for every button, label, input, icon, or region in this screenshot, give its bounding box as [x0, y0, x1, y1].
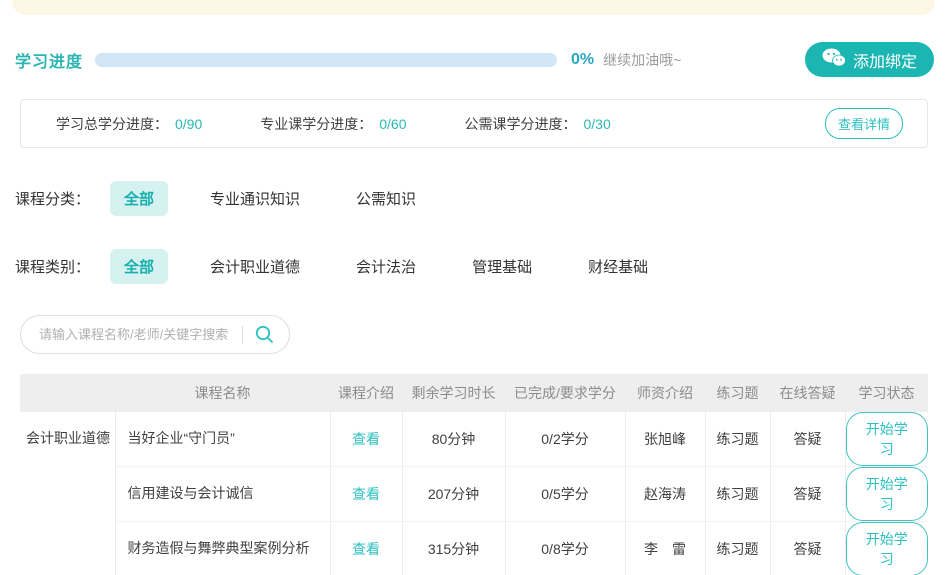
filter-options: 全部 专业通识知识 公需知识: [110, 181, 458, 216]
header-course-name: 课程名称: [115, 374, 330, 412]
credit-progress: 0/8学分: [504, 521, 625, 575]
filter-label: 课程类别：: [15, 259, 91, 276]
course-type-filter: 课程类别： 全部 会计职业道德 会计法治 管理基础 财经基础: [15, 249, 932, 284]
search-icon[interactable]: [254, 324, 275, 345]
credit-label: 专业课学分进度：: [260, 115, 373, 132]
table-row: 会计职业道德 当好企业“守门员” 查看 80分钟 0/2学分 张旭峰 练习题 答…: [20, 412, 928, 575]
header-online-qa: 在线答疑: [770, 374, 845, 412]
start-learning-button[interactable]: 开始学习: [845, 412, 928, 466]
start-learning-button[interactable]: 开始学习: [845, 467, 928, 521]
exercise-link[interactable]: 练习题: [704, 412, 770, 467]
add-binding-button[interactable]: 添加绑定: [804, 42, 934, 77]
course-table: 课程名称 课程介绍 剩余学习时长 已完成/要求学分 师资介绍 练习题 在线答疑 …: [20, 374, 928, 575]
course-name: 当好企业“守门员”: [114, 412, 330, 467]
filter-options: 全部 会计职业道德 会计法治 管理基础 财经基础: [110, 249, 690, 284]
teacher-name: 张旭峰: [624, 412, 705, 467]
exercise-link[interactable]: 练习题: [704, 466, 770, 522]
add-binding-label: 添加绑定: [852, 53, 917, 71]
divider: [242, 325, 243, 344]
wechat-icon: [822, 48, 846, 72]
filter-option-all[interactable]: 全部: [110, 181, 169, 216]
header-remaining-time: 剩余学习时长: [402, 374, 505, 412]
view-course-intro-link[interactable]: 查看: [352, 431, 380, 447]
progress-hint: 继续加油哦~: [603, 51, 682, 68]
search-box: [20, 315, 290, 354]
filter-label: 课程分类：: [15, 191, 91, 208]
remaining-time: 315分钟: [401, 521, 505, 575]
credit-value: 0/60: [379, 115, 407, 132]
filter-option-accounting-law[interactable]: 会计法治: [342, 249, 430, 284]
total-credit-progress: 学习总学分进度： 0/90: [56, 114, 202, 134]
progress-bar: [95, 52, 558, 67]
credit-label: 公需课学分进度：: [464, 115, 577, 132]
progress-label: 学习进度: [15, 53, 84, 71]
credit-value: 0/90: [175, 115, 203, 132]
filter-option-accounting-ethics[interactable]: 会计职业道德: [196, 249, 314, 284]
qa-link[interactable]: 答疑: [769, 466, 845, 522]
table-header-row: 课程名称 课程介绍 剩余学习时长 已完成/要求学分 师资介绍 练习题 在线答疑 …: [20, 374, 928, 412]
public-credit-progress: 公需课学分进度： 0/30: [465, 114, 611, 134]
header-course-intro: 课程介绍: [330, 374, 402, 412]
view-details-button[interactable]: 查看详情: [824, 108, 903, 139]
search-input[interactable]: [39, 327, 238, 342]
filter-option-public-knowledge[interactable]: 公需知识: [342, 181, 430, 216]
filter-option-management-basics[interactable]: 管理基础: [458, 249, 546, 284]
start-learning-button[interactable]: 开始学习: [845, 522, 928, 575]
header-group: [20, 374, 115, 412]
qa-link[interactable]: 答疑: [769, 521, 845, 575]
credit-value: 0/30: [583, 115, 611, 132]
teacher-name: 李 雷: [624, 521, 705, 575]
course-name: 信用建设与会计诚信: [115, 466, 330, 522]
credit-progress: 0/5学分: [504, 466, 625, 522]
qa-link[interactable]: 答疑: [769, 412, 845, 467]
table-row: 财务造假与舞弊典型案例分析 查看 315分钟 0/8学分 李 雷 练习题 答疑 …: [20, 521, 928, 575]
filter-option-professional-general[interactable]: 专业通识知识: [196, 181, 314, 216]
header-credits: 已完成/要求学分: [505, 374, 625, 412]
notice-banner: [12, 0, 935, 15]
course-category-filter: 课程分类： 全部 专业通识知识 公需知识: [15, 181, 932, 216]
teacher-name: 赵海涛: [624, 466, 705, 522]
credits-summary: 学习总学分进度： 0/90 专业课学分进度： 0/60 公需课学分进度： 0/3…: [20, 99, 928, 148]
header-status: 学习状态: [845, 374, 928, 412]
credit-progress: 0/2学分: [504, 412, 625, 467]
view-course-intro-link[interactable]: 查看: [352, 486, 380, 502]
credit-label: 学习总学分进度：: [56, 115, 168, 132]
search-section: [20, 315, 927, 354]
filter-option-finance-basics[interactable]: 财经基础: [574, 249, 662, 284]
remaining-time: 80分钟: [401, 412, 505, 467]
course-name: 财务造假与舞弊典型案例分析: [115, 521, 330, 575]
course-group-label: 会计职业道德: [20, 412, 116, 575]
exercise-link[interactable]: 练习题: [704, 521, 770, 575]
header-exercise: 练习题: [705, 374, 770, 412]
table-row: 信用建设与会计诚信 查看 207分钟 0/5学分 赵海涛 练习题 答疑 开始学习: [20, 466, 928, 522]
filter-option-all[interactable]: 全部: [110, 249, 169, 284]
view-course-intro-link[interactable]: 查看: [352, 541, 380, 557]
progress-percent: 0%: [571, 50, 595, 68]
major-credit-progress: 专业课学分进度： 0/60: [260, 114, 406, 134]
progress-section: 学习进度 0% 继续加油哦~ 添加绑定: [15, 42, 934, 77]
remaining-time: 207分钟: [401, 466, 505, 522]
header-teacher: 师资介绍: [625, 374, 705, 412]
